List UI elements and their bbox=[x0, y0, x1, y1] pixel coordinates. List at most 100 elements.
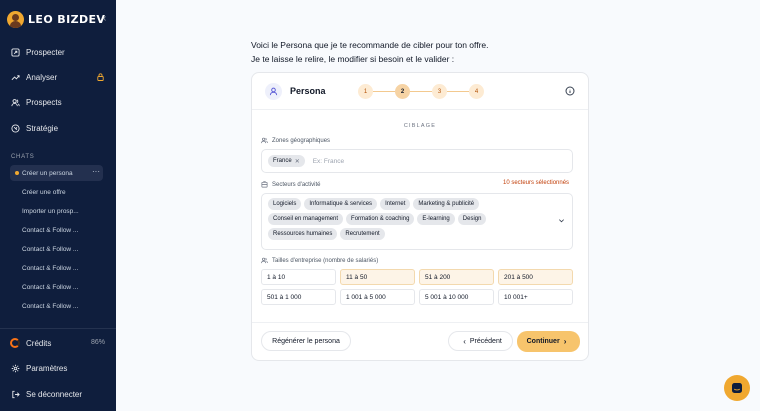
sector-chip[interactable]: Informatique & services bbox=[304, 198, 378, 210]
chevron-down-icon[interactable] bbox=[558, 217, 565, 224]
chat-item[interactable]: Contact & Follow ... bbox=[22, 246, 102, 253]
persona-card: Persona 1 2 3 4 CIBLAGE Zones géographiq… bbox=[251, 72, 589, 361]
size-option-selected[interactable]: 51 à 200 bbox=[419, 269, 494, 285]
card-title: Persona bbox=[290, 86, 326, 96]
step-connector bbox=[447, 91, 469, 92]
size-option[interactable]: 1 001 à 5 000 bbox=[340, 289, 415, 305]
nav-label: Prospects bbox=[26, 97, 62, 107]
chat-item[interactable]: Contact & Follow ... bbox=[22, 303, 102, 310]
chats-section-label: CHATS bbox=[11, 154, 35, 160]
step-connector bbox=[410, 91, 432, 92]
nav-item-prospects[interactable]: Prospects bbox=[10, 97, 106, 107]
nav-item-analyser[interactable]: Analyser bbox=[10, 72, 106, 82]
brand-name: LEO BIZDEV bbox=[28, 13, 106, 26]
building-icon bbox=[261, 181, 268, 188]
users-icon bbox=[261, 137, 268, 144]
logout-icon bbox=[10, 389, 20, 399]
settings-label: Paramètres bbox=[26, 363, 68, 373]
chat-item[interactable]: Importer un prosp... bbox=[22, 208, 102, 215]
assistant-message: Voici le Persona que je te recommande de… bbox=[251, 38, 489, 66]
step-1[interactable]: 1 bbox=[358, 84, 373, 99]
step-connector bbox=[373, 91, 395, 92]
logo-avatar bbox=[7, 11, 24, 28]
chat-item[interactable]: Contact & Follow ... bbox=[22, 265, 102, 272]
sector-chip[interactable]: Recrutement bbox=[340, 228, 385, 240]
logout-label: Se déconnecter bbox=[26, 389, 83, 399]
size-option[interactable]: 5 001 à 10 000 bbox=[419, 289, 494, 305]
sector-chip[interactable]: E-learning bbox=[417, 213, 455, 225]
chat-icon bbox=[732, 383, 742, 393]
sector-chip[interactable]: Marketing & publicité bbox=[413, 198, 480, 210]
chat-support-button[interactable] bbox=[724, 375, 750, 401]
users-icon bbox=[261, 257, 268, 264]
sectors-label-text: Secteurs d'activité bbox=[272, 181, 321, 188]
collapse-sidebar-icon[interactable]: ‹ bbox=[103, 13, 106, 24]
chat-item[interactable]: Créer un persona bbox=[22, 170, 102, 177]
zone-chip: France ✕ bbox=[268, 155, 305, 167]
step-3[interactable]: 3 bbox=[432, 84, 447, 99]
target-icon bbox=[10, 123, 20, 133]
sector-chip[interactable]: Ressources humaines bbox=[268, 228, 338, 240]
zones-label-text: Zones géographiques bbox=[272, 137, 331, 144]
previous-label: Précédent bbox=[469, 337, 502, 345]
info-icon[interactable] bbox=[565, 86, 575, 96]
size-options: 1 à 10 11 à 50 51 à 200 201 à 500 501 à … bbox=[261, 269, 573, 305]
chat-item[interactable]: Contact & Follow ... bbox=[22, 284, 102, 291]
remove-chip-icon[interactable]: ✕ bbox=[295, 158, 300, 165]
nav-item-prospecter[interactable]: Prospecter bbox=[10, 47, 106, 57]
active-dot bbox=[15, 171, 19, 175]
card-header: Persona 1 2 3 4 bbox=[252, 73, 588, 110]
continue-label: Continuer bbox=[526, 338, 560, 345]
sector-chip[interactable]: Internet bbox=[380, 198, 411, 210]
regenerate-button[interactable]: Régénérer le persona bbox=[261, 331, 351, 351]
chevron-left-icon: ‹ bbox=[463, 336, 466, 346]
chevron-right-icon: › bbox=[563, 337, 567, 346]
zones-placeholder: Ex: France bbox=[312, 157, 345, 165]
users-icon bbox=[10, 97, 20, 107]
sectors-label: Secteurs d'activité bbox=[261, 181, 321, 188]
credits-ring-icon bbox=[10, 338, 20, 348]
lock-icon bbox=[97, 73, 104, 83]
chat-item[interactable]: Contact & Follow ... bbox=[22, 227, 102, 234]
sectors-select[interactable]: Logiciels Informatique & services Intern… bbox=[261, 193, 573, 250]
size-option[interactable]: 501 à 1 000 bbox=[261, 289, 336, 305]
previous-button[interactable]: ‹ Précédent bbox=[448, 331, 513, 351]
sector-chip[interactable]: Conseil en management bbox=[268, 213, 344, 225]
size-option[interactable]: 10 001+ bbox=[498, 289, 573, 305]
card-footer-divider bbox=[252, 322, 588, 323]
continue-button[interactable]: Continuer › bbox=[517, 331, 580, 352]
send-icon bbox=[10, 47, 20, 57]
credits-percent: 86% bbox=[91, 339, 106, 346]
sector-chip[interactable]: Design bbox=[457, 213, 487, 225]
nav-item-strategie[interactable]: Stratégie bbox=[10, 123, 106, 133]
credits-label: Crédits bbox=[26, 338, 52, 348]
sizes-label-text: Tailles d'entreprise (nombre de salariés… bbox=[272, 257, 379, 264]
gear-icon bbox=[10, 363, 20, 373]
zones-input[interactable]: France ✕ Ex: France bbox=[261, 149, 573, 173]
zone-chip-label: France bbox=[273, 158, 292, 164]
logout-item[interactable]: Se déconnecter bbox=[10, 389, 106, 399]
trend-icon bbox=[10, 72, 20, 82]
settings-item[interactable]: Paramètres bbox=[10, 363, 106, 373]
step-4[interactable]: 4 bbox=[469, 84, 484, 99]
intro-line: Voici le Persona que je te recommande de… bbox=[251, 40, 489, 50]
user-icon bbox=[265, 83, 282, 100]
step-2[interactable]: 2 bbox=[395, 84, 410, 99]
brand[interactable]: LEO BIZDEV bbox=[7, 11, 105, 28]
sidebar-divider bbox=[0, 328, 116, 329]
nav-label: Analyser bbox=[26, 72, 58, 82]
nav-label: Prospecter bbox=[26, 47, 65, 57]
size-option-selected[interactable]: 201 à 500 bbox=[498, 269, 573, 285]
chat-item[interactable]: Créer une offre bbox=[22, 189, 102, 196]
sizes-label: Tailles d'entreprise (nombre de salariés… bbox=[261, 257, 378, 264]
section-title: CIBLAGE bbox=[403, 123, 437, 129]
size-option[interactable]: 1 à 10 bbox=[261, 269, 336, 285]
nav-label: Stratégie bbox=[26, 123, 59, 133]
zones-label: Zones géographiques bbox=[261, 137, 330, 144]
sectors-count: 10 secteurs sélectionnés bbox=[503, 180, 570, 186]
sector-chip[interactable]: Formation & coaching bbox=[346, 213, 415, 225]
size-option-selected[interactable]: 11 à 50 bbox=[340, 269, 415, 285]
sector-chip[interactable]: Logiciels bbox=[268, 198, 302, 210]
intro-line: Je te laisse le relire, le modifier si b… bbox=[251, 54, 455, 64]
sidebar: LEO BIZDEV ‹ Prospecter Analyser Prospec… bbox=[0, 0, 116, 411]
